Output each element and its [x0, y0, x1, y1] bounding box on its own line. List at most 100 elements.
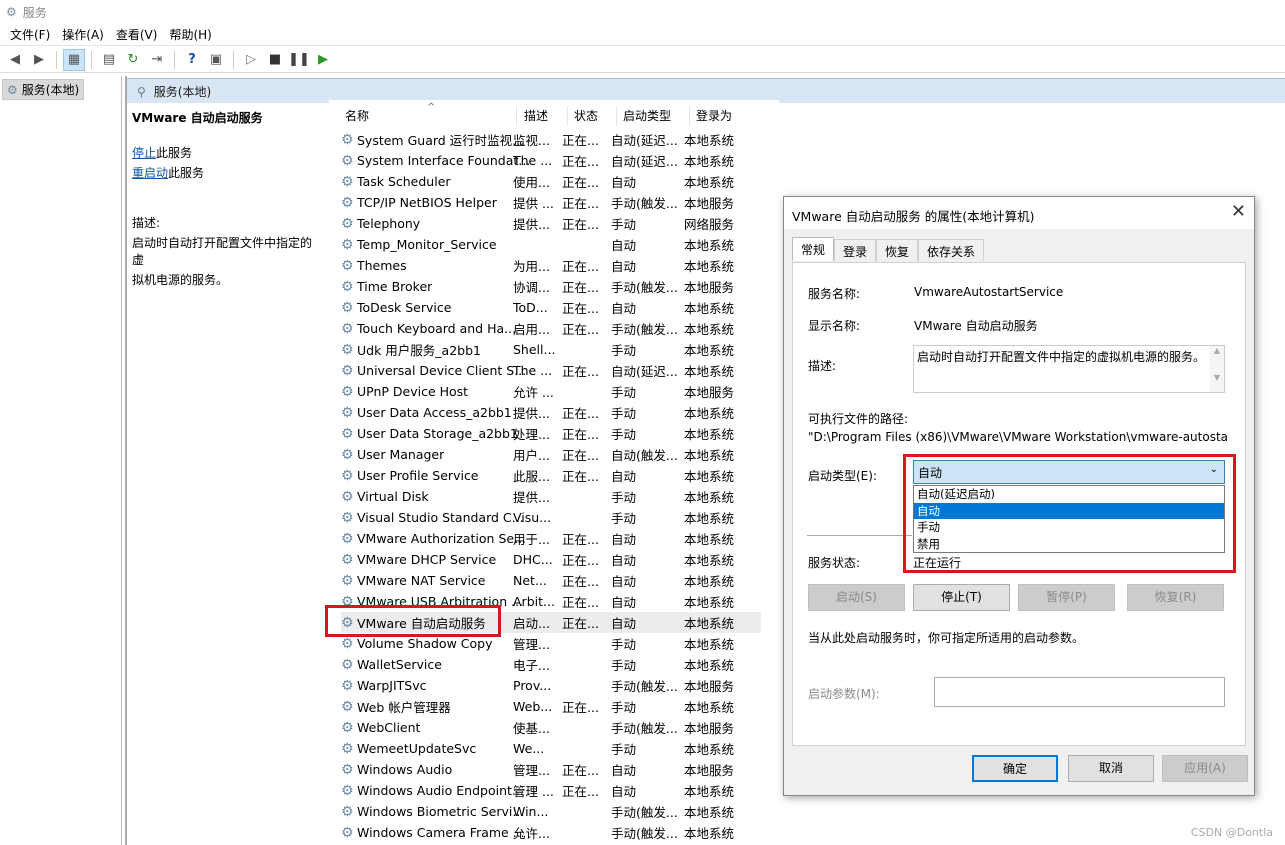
service-gear-icon: ⚙: [341, 404, 354, 421]
service-row[interactable]: ⚙ User Data Access_a2bb1 提供... 正在... 手动 本地系统: [341, 402, 761, 423]
service-name-cell: VMware NAT Service: [357, 573, 486, 588]
description-textbox[interactable]: 启动时自动打开配置文件中指定的虚拟机电源的服务。 ▲ ▼: [913, 345, 1225, 393]
service-row[interactable]: ⚙ Time Broker 协调... 正在... 手动(触发... 本地服务: [341, 276, 761, 297]
tab-recovery[interactable]: 恢复: [876, 239, 919, 261]
stop-service-icon[interactable]: ■: [264, 49, 286, 71]
column-header-status[interactable]: 状态: [568, 106, 617, 126]
service-logon-cell: 本地系统: [684, 532, 735, 547]
service-description-cell: 管理...: [513, 763, 550, 778]
service-row[interactable]: ⚙ WarpJITSvc Prov... 手动(触发... 本地服务: [341, 675, 761, 696]
service-name-cell: System Interface Foundat...: [357, 153, 531, 168]
service-row[interactable]: ⚙ Windows Audio 管理... 正在... 自动 本地服务: [341, 759, 761, 780]
service-status-cell: 正在...: [562, 574, 599, 589]
console-tree-icon[interactable]: ▦: [63, 48, 85, 71]
service-startup-cell: 手动: [611, 427, 637, 442]
service-row[interactable]: ⚙ Windows Audio Endpoint... 管理 ... 正在... 自动 本…: [341, 780, 761, 801]
export-list-icon[interactable]: ⇥: [146, 49, 168, 71]
start-params-input[interactable]: [934, 677, 1225, 707]
service-row[interactable]: ⚙ ToDesk Service ToD... 正在... 自动 本地系统: [341, 297, 761, 318]
service-gear-icon: ⚙: [341, 782, 354, 799]
start-button[interactable]: 启动(S): [808, 584, 905, 611]
service-name-cell: Time Broker: [357, 279, 433, 294]
close-icon[interactable]: ✕: [1231, 201, 1246, 222]
menu-action[interactable]: 操作(A): [56, 26, 110, 43]
service-logon-cell: 本地系统: [684, 616, 735, 631]
service-row[interactable]: ⚙ Telephony 提供... 正在... 手动 网络服务: [341, 213, 761, 234]
back-arrow-icon[interactable]: ◀: [4, 49, 26, 71]
column-header-description[interactable]: 描述: [518, 106, 568, 126]
service-row[interactable]: ⚙ WebClient 使基... 手动(触发... 本地服务: [341, 717, 761, 738]
service-row[interactable]: ⚙ Udk 用户服务_a2bb1 Shell... 手动 本地系统: [341, 339, 761, 360]
service-row[interactable]: ⚙ System Interface Foundat... The ... 正在...…: [341, 150, 761, 171]
restart-suffix: 此服务: [168, 166, 205, 180]
description-text-1: 启动时自动打开配置文件中指定的虚: [132, 236, 313, 267]
service-row[interactable]: ⚙ Temp_Monitor_Service 自动 本地系统: [341, 234, 761, 255]
service-description-cell: Win...: [513, 804, 549, 819]
menu-file[interactable]: 文件(F): [4, 26, 56, 43]
service-logon-cell: 本地系统: [684, 469, 735, 484]
service-row[interactable]: ⚙ WemeetUpdateSvc We... 手动 本地系统: [341, 738, 761, 759]
stop-button[interactable]: 停止(T): [913, 584, 1010, 611]
service-row[interactable]: ⚙ Visual Studio Standard C... Visu... 手动 本地系…: [341, 507, 761, 528]
tab-dependencies[interactable]: 依存关系: [918, 239, 985, 261]
service-row[interactable]: ⚙ VMware NAT Service Net... 正在... 自动 本地系统: [341, 570, 761, 591]
service-row[interactable]: ⚙ Windows Biometric Servi... Win... 手动(触发..…: [341, 801, 761, 822]
resume-button[interactable]: 恢复(R): [1127, 584, 1224, 611]
service-row[interactable]: ⚙ Task Scheduler 使用... 正在... 自动 本地系统: [341, 171, 761, 192]
separator: [807, 535, 912, 536]
service-row[interactable]: ⚙ TCP/IP NetBIOS Helper 提供 ... 正在... 手动(触发..…: [341, 192, 761, 213]
tree-item-services-local[interactable]: ⚙ 服务(本地): [2, 79, 85, 100]
service-logon-cell: 本地系统: [684, 448, 735, 463]
service-row[interactable]: ⚙ Themes 为用... 正在... 自动 本地系统: [341, 255, 761, 276]
service-row[interactable]: ⚙ VMware DHCP Service DHC... 正在... 自动 本地系统: [341, 549, 761, 570]
service-row[interactable]: ⚙ Windows Camera Frame ... 允许... 手动(触发... 本地…: [341, 822, 761, 843]
service-row[interactable]: ⚙ Touch Keyboard and Ha... 启用... 正在... 手动(触发…: [341, 318, 761, 339]
column-header-startup-type[interactable]: 启动类型: [617, 106, 690, 126]
start-service-icon[interactable]: ▷: [240, 49, 262, 71]
menu-view[interactable]: 查看(V): [110, 26, 164, 43]
service-status-cell: 正在...: [562, 364, 599, 379]
ok-button[interactable]: 确定: [972, 755, 1058, 782]
startup-type-label: 启动类型(E):: [808, 469, 877, 483]
service-gear-icon: ⚙: [341, 341, 354, 358]
column-header-name[interactable]: 名称 ^: [339, 102, 517, 126]
service-status-cell: 正在...: [562, 259, 599, 274]
service-name-cell: Udk 用户服务_a2bb1: [357, 343, 481, 358]
restart-service-link[interactable]: 重启动: [132, 166, 168, 180]
description-scrollbar[interactable]: ▲ ▼: [1210, 346, 1224, 392]
service-row[interactable]: ⚙ Virtual Disk 提供... 手动 本地系统: [341, 486, 761, 507]
cancel-button[interactable]: 取消: [1068, 755, 1154, 782]
forward-arrow-icon[interactable]: ▶: [28, 49, 50, 71]
service-row[interactable]: ⚙ User Profile Service 此服... 正在... 自动 本地系统: [341, 465, 761, 486]
tab-logon[interactable]: 登录: [834, 239, 877, 261]
service-status-cell: 正在...: [562, 616, 599, 631]
service-row[interactable]: ⚙ Universal Device Client S... The ... 正在..…: [341, 360, 761, 381]
service-row[interactable]: ⚙ Web 帐户管理器 Web... 正在... 手动 本地系统: [341, 696, 761, 717]
service-logon-cell: 本地系统: [684, 826, 735, 841]
service-logon-cell: 本地系统: [684, 742, 735, 757]
apply-button[interactable]: 应用(A): [1162, 755, 1248, 782]
refresh-icon[interactable]: ↻: [122, 49, 144, 71]
service-row[interactable]: ⚙ UPnP Device Host 允许 ... 手动 本地服务: [341, 381, 761, 402]
service-description-cell: 用户...: [513, 448, 550, 463]
column-header-logon-as[interactable]: 登录为: [690, 106, 750, 126]
service-startup-cell: 手动: [611, 742, 637, 757]
service-row[interactable]: ⚙ VMware Authorization Se... 用于... 正在... 自动 本…: [341, 528, 761, 549]
service-row[interactable]: ⚙ User Data Storage_a2bb1 处理... 正在... 手动 本地系统: [341, 423, 761, 444]
help-icon[interactable]: ?: [181, 49, 203, 71]
service-row[interactable]: ⚙ System Guard 运行时监视... 监视... 正在... 自动(延迟...…: [341, 129, 761, 150]
menu-help[interactable]: 帮助(H): [163, 26, 217, 43]
service-row[interactable]: ⚙ User Manager 用户... 正在... 自动(触发... 本地系统: [341, 444, 761, 465]
service-description-cell: DHC...: [513, 552, 553, 567]
show-pane-icon[interactable]: ▣: [205, 49, 227, 71]
service-startup-cell: 手动(触发...: [611, 721, 678, 736]
service-startup-cell: 自动: [611, 259, 637, 274]
tab-general[interactable]: 常规: [792, 237, 835, 261]
restart-service-icon[interactable]: ▶: [312, 49, 334, 71]
pause-button[interactable]: 暂停(P): [1018, 584, 1115, 611]
pause-service-icon[interactable]: ❚❚: [288, 49, 310, 71]
service-description-cell: 提供...: [513, 406, 550, 421]
properties-icon[interactable]: ▤: [98, 49, 120, 71]
stop-service-link[interactable]: 停止: [132, 146, 156, 160]
service-row[interactable]: ⚙ WalletService 电子... 手动 本地系统: [341, 654, 761, 675]
